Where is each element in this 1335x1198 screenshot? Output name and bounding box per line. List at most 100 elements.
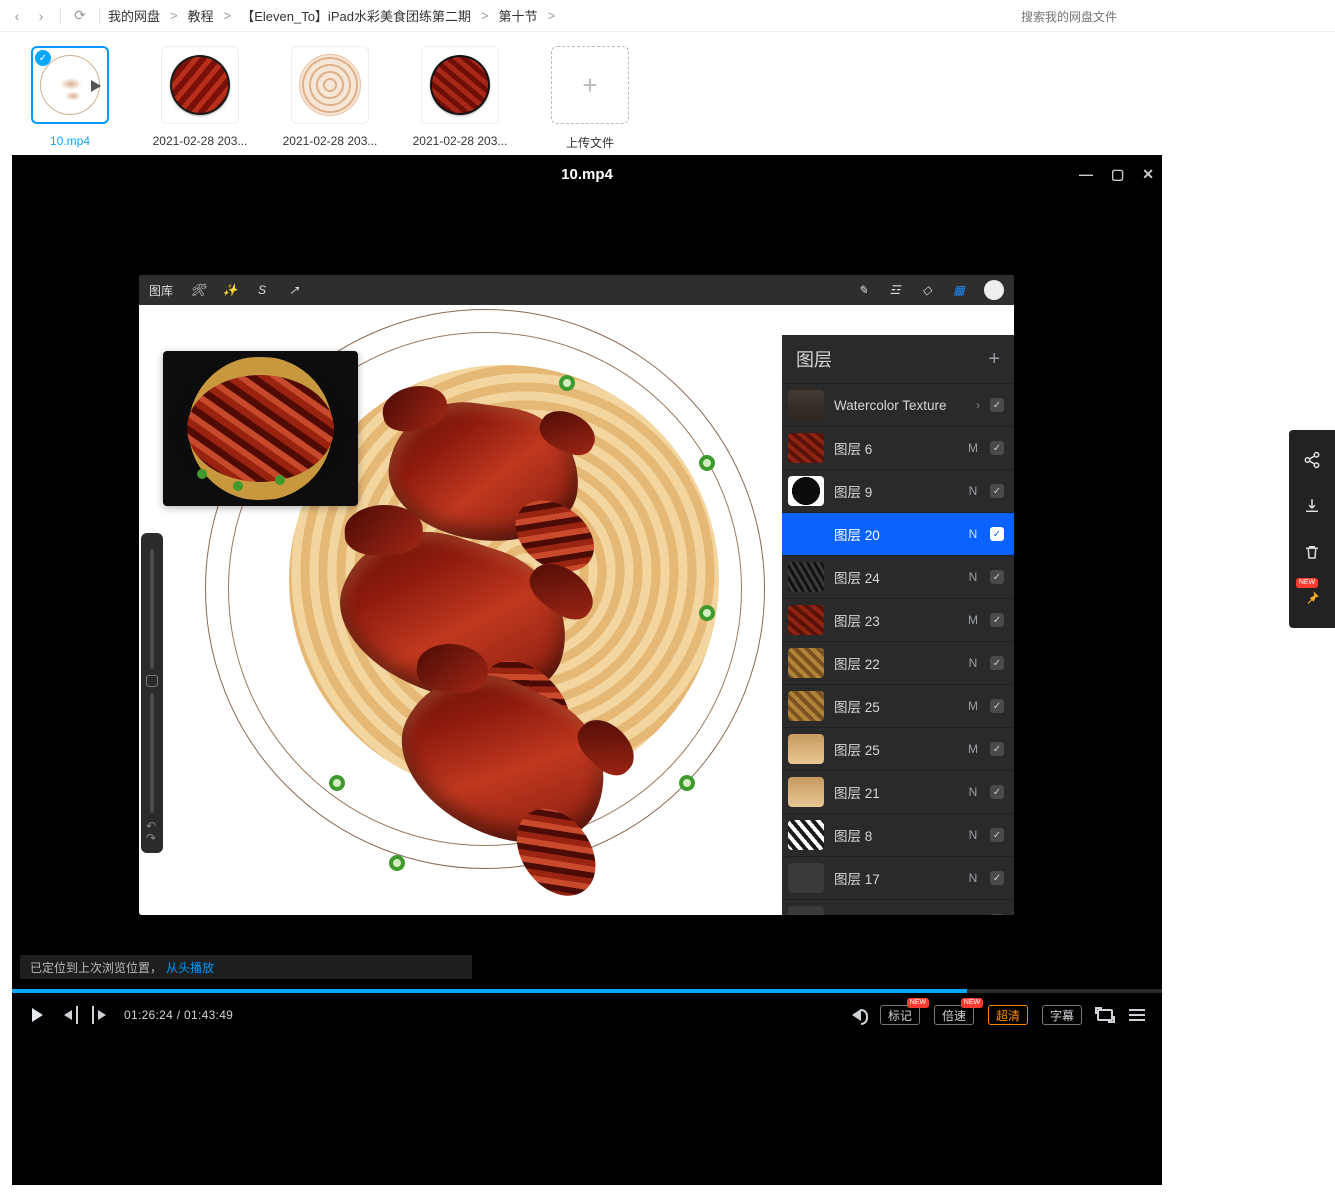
play-button[interactable] [28,1006,46,1024]
size-slider[interactable] [150,549,154,669]
search-input[interactable] [1021,6,1321,28]
adjust-icon[interactable]: ✨ [223,283,237,297]
smudge-icon[interactable]: ☲ [888,283,902,297]
layer-row[interactable]: 图层 17N✓ [782,856,1014,899]
layer-row[interactable]: 图层 6M✓ [782,426,1014,469]
brush-icon[interactable]: ✎ [856,283,870,297]
next-button[interactable] [92,1006,110,1024]
layer-row[interactable]: 图层 19M✓ [782,899,1014,915]
speed-button[interactable]: 倍速NEW [934,1005,974,1025]
subtitle-button[interactable]: 字幕 [1042,1005,1082,1025]
visibility-checkbox[interactable]: ✓ [990,527,1004,541]
visibility-checkbox[interactable]: ✓ [990,613,1004,627]
layers-icon[interactable]: ▦ [952,283,966,297]
prev-button[interactable] [60,1006,78,1024]
divider [60,9,61,23]
close-icon[interactable]: ✕ [1142,166,1154,183]
blend-mode[interactable]: M [966,441,980,455]
pin-icon[interactable]: NEW [1302,588,1322,608]
opacity-slider[interactable] [150,693,154,813]
blend-mode[interactable]: N [966,570,980,584]
wrench-icon[interactable]: 🛠 [191,283,205,297]
mark-button[interactable]: 标记NEW [880,1005,920,1025]
canvas: ↶ ↷ 图层 + Watercolor Texture›✓图层 6M✓图层 9N… [139,305,1014,915]
upload-button[interactable]: + 上传文件 [540,46,640,151]
visibility-checkbox[interactable]: ✓ [990,441,1004,455]
blend-mode[interactable]: M [966,699,980,713]
visibility-checkbox[interactable]: ✓ [990,699,1004,713]
file-name: 2021-02-28 203... [280,134,380,148]
undo-icon[interactable]: ↶ [146,819,158,831]
file-item-video[interactable]: ✓ 10.mp4 [20,46,120,151]
download-icon[interactable] [1302,496,1322,516]
blend-mode[interactable]: M [966,914,980,915]
file-grid: ✓ 10.mp4 2021-02-28 203... 2021-02-28 20… [0,32,1335,161]
file-item-image[interactable]: 2021-02-28 203... [150,46,250,151]
fullscreen-icon[interactable] [1096,1006,1114,1024]
blend-mode[interactable]: N [966,785,980,799]
visibility-checkbox[interactable]: ✓ [990,871,1004,885]
move-icon[interactable]: ↗ [287,283,301,297]
layer-thumb [788,906,824,915]
play-from-start-link[interactable]: 从头播放 [166,959,214,976]
trash-icon[interactable] [1302,542,1322,562]
add-layer-icon[interactable]: + [988,348,1000,371]
gallery-button[interactable]: 图库 [149,282,173,299]
new-badge: NEW [961,998,983,1008]
file-item-image[interactable]: 2021-02-28 203... [410,46,510,151]
nav-fwd-icon[interactable]: › [30,5,52,27]
layer-row[interactable]: 图层 22 N ✓ [782,641,1014,684]
minimize-icon[interactable]: — [1079,166,1093,182]
visibility-checkbox[interactable]: ✓ [990,828,1004,842]
blend-mode[interactable]: N [966,828,980,842]
chevron-right-icon: > [218,8,238,23]
layer-name: 图层 22 [834,653,956,673]
blend-mode[interactable]: N [966,484,980,498]
layer-row[interactable]: Watercolor Texture›✓ [782,383,1014,426]
eraser-icon[interactable]: ◇ [920,283,934,297]
layer-row[interactable]: 图层 25M✓ [782,727,1014,770]
chevron-right-icon: > [164,8,184,23]
search-box [1021,6,1321,28]
new-badge: NEW [907,998,929,1008]
volume-icon[interactable] [848,1006,866,1024]
quality-button[interactable]: 超清 [988,1005,1028,1025]
visibility-checkbox[interactable]: ✓ [990,742,1004,756]
crumb-3[interactable]: 第十节 [499,6,538,25]
visibility-checkbox[interactable]: ✓ [990,914,1004,915]
refresh-icon[interactable]: ⟳ [69,5,91,27]
blend-mode[interactable]: N [966,656,980,670]
layer-thumb [788,605,824,635]
crumb-root[interactable]: 我的网盘 [108,6,160,25]
visibility-checkbox[interactable]: ✓ [990,570,1004,584]
blend-mode[interactable]: N [966,527,980,541]
blend-mode[interactable]: N [966,871,980,885]
reference-photo[interactable] [163,351,358,506]
file-item-image[interactable]: 2021-02-28 203... [280,46,380,151]
layer-row[interactable]: 图层 24N✓ [782,555,1014,598]
visibility-checkbox[interactable]: ✓ [990,656,1004,670]
layer-row[interactable]: 图层 25M✓ [782,684,1014,727]
visibility-checkbox[interactable]: ✓ [990,785,1004,799]
share-icon[interactable] [1302,450,1322,470]
layer-row[interactable]: 图层 8N✓ [782,813,1014,856]
crumb-1[interactable]: 教程 [188,6,214,25]
blend-mode[interactable]: M [966,742,980,756]
layer-row[interactable]: 图层 9N✓ [782,469,1014,512]
layer-row[interactable]: 图层 20N✓ [782,512,1014,555]
layer-row[interactable]: 图层 23M✓ [782,598,1014,641]
chevron-right-icon[interactable]: › [976,398,980,412]
resume-hint: 已定位到上次浏览位置， 从头播放 [20,955,472,979]
color-swatch[interactable] [984,280,1004,300]
modifier-button[interactable] [146,675,158,687]
visibility-checkbox[interactable]: ✓ [990,398,1004,412]
layer-row[interactable]: 图层 21N✓ [782,770,1014,813]
blend-mode[interactable]: M [966,613,980,627]
crumb-2[interactable]: 【Eleven_To】iPad水彩美食团练第二期 [241,6,471,25]
playlist-icon[interactable] [1128,1006,1146,1024]
selection-icon[interactable]: S [255,283,269,297]
maximize-icon[interactable]: ▢ [1111,166,1124,183]
redo-icon[interactable]: ↷ [146,831,158,843]
visibility-checkbox[interactable]: ✓ [990,484,1004,498]
nav-back-icon[interactable]: ‹ [6,5,28,27]
